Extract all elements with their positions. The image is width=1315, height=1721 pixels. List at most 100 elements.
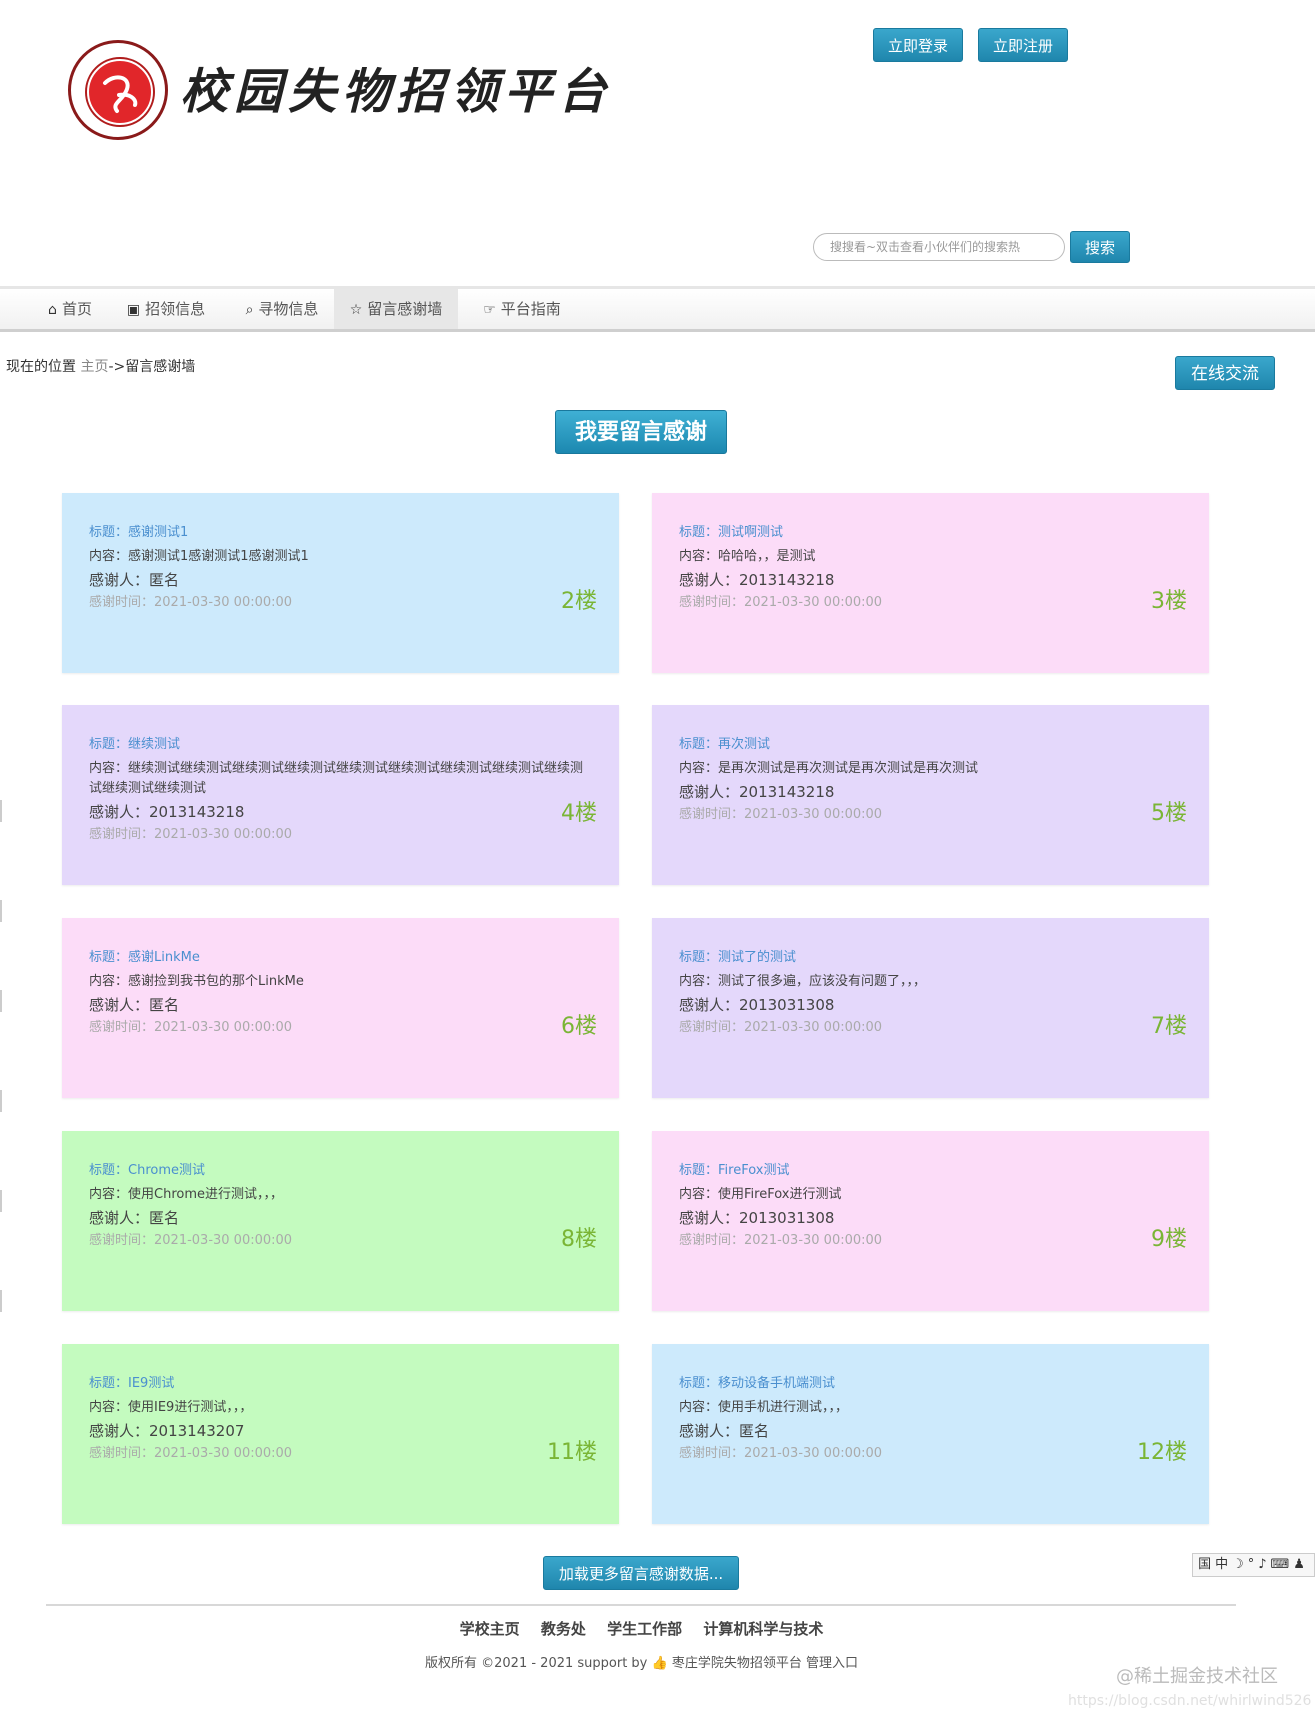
card-title: 标题：移动设备手机端测试 (679, 1376, 836, 1391)
nav-label: 寻物信息 (258, 300, 319, 318)
star-icon: ☆ (349, 302, 363, 318)
search-button[interactable]: 搜索 (1070, 231, 1130, 263)
leave-thanks-button[interactable]: 我要留言感谢 (555, 410, 727, 454)
nav-label: 招领信息 (145, 300, 206, 318)
card-person: 感谢人：匿名 (89, 1209, 180, 1227)
card-title: 标题：IE9测试 (89, 1376, 175, 1391)
card-title: 标题：感谢测试1 (89, 525, 189, 540)
card-title: 标题：再次测试 (679, 737, 771, 752)
nav-label: 首页 (61, 300, 92, 318)
hand-point-icon: ☞ (483, 302, 496, 318)
nav-item-lost[interactable]: ⌕ 寻物信息 (222, 289, 342, 329)
footer-link-academic[interactable]: 教务处 (541, 1620, 586, 1638)
nav-label: 平台指南 (500, 300, 561, 318)
footer-link-cs[interactable]: 计算机科学与技术 (703, 1620, 823, 1638)
card-time: 感谢时间：2021-03-30 00:00:00 (679, 807, 883, 822)
copyright-prefix: 版权所有 ©2021 - 2021 support by (425, 1656, 648, 1671)
search-icon: ⌕ (245, 302, 254, 318)
copyright: 版权所有 ©2021 - 2021 support by 👍 枣庄学院失物招领平… (0, 1652, 1283, 1671)
card-floor: 6楼 (561, 1014, 597, 1039)
card-time: 感谢时间：2021-03-30 00:00:00 (89, 1020, 293, 1035)
ime-toolbar[interactable]: 国中☽°♪⌨♟ (1192, 1553, 1315, 1577)
card-title: 标题：FireFox测试 (679, 1163, 790, 1178)
card-floor: 9楼 (1151, 1227, 1187, 1252)
card-time: 感谢时间：2021-03-30 00:00:00 (89, 827, 293, 842)
card-floor: 5楼 (1151, 801, 1187, 826)
card-content: 内容：感谢测试1感谢测试1感谢测试1 (89, 549, 309, 564)
online-chat-button[interactable]: 在线交流 (1175, 356, 1275, 390)
thanks-card[interactable]: 标题：感谢测试1 内容：感谢测试1感谢测试1感谢测试1 感谢人：匿名 感谢时间：… (62, 493, 619, 673)
card-content: 内容：使用FireFox进行测试 (679, 1187, 842, 1202)
breadcrumb-sep: -> (108, 359, 126, 375)
footer-divider (46, 1604, 1236, 1606)
card-time: 感谢时间：2021-03-30 00:00:00 (679, 1020, 883, 1035)
breadcrumb-home-link[interactable]: 主页 (80, 359, 108, 375)
card-floor: 4楼 (561, 801, 597, 826)
card-content: 内容：使用手机进行测试，，， (679, 1400, 849, 1415)
watermark-primary: @稀土掘金技术社区 (1116, 1666, 1278, 1687)
card-title: 标题：继续测试 (89, 737, 181, 752)
card-title: 标题：测试了的测试 (679, 950, 797, 965)
picture-icon: ▣ (126, 302, 141, 318)
card-time: 感谢时间：2021-03-30 00:00:00 (679, 1446, 883, 1461)
side-scroll-marker (0, 800, 6, 822)
card-person: 感谢人：2013031308 (679, 996, 835, 1014)
card-person: 感谢人：匿名 (89, 571, 180, 589)
thanks-card[interactable]: 标题：继续测试 内容：继续测试继续测试继续测试继续测试继续测试继续测试继续测试继… (62, 705, 619, 885)
side-scroll-marker (0, 1290, 6, 1312)
card-title: 标题：感谢LinkMe (89, 950, 200, 965)
card-floor: 3楼 (1151, 589, 1187, 614)
school-logo[interactable] (68, 40, 168, 140)
thanks-card[interactable]: 标题：测试啊测试 内容：哈哈哈，，是测试 感谢人：2013143218 感谢时间… (652, 493, 1209, 673)
card-person: 感谢人：2013143218 (679, 783, 835, 801)
card-person: 感谢人：匿名 (89, 996, 180, 1014)
register-button[interactable]: 立即注册 (978, 28, 1068, 62)
card-person: 感谢人：2013143207 (89, 1422, 245, 1440)
home-icon: ⌂ (48, 302, 57, 318)
card-content: 内容：感谢捡到我书包的那个LinkMe (89, 974, 304, 989)
card-time: 感谢时间：2021-03-30 00:00:00 (89, 1233, 293, 1248)
card-person: 感谢人：2013031308 (679, 1209, 835, 1227)
card-time: 感谢时间：2021-03-30 00:00:00 (89, 1446, 293, 1461)
search-input[interactable]: 搜搜看~双击查看小伙伴们的搜索热 (813, 233, 1065, 261)
breadcrumb: 现在的位置 主页->留言感谢墙 (6, 356, 195, 376)
card-content: 内容：测试了很多遍，应该没有问题了，，， (679, 974, 927, 989)
breadcrumb-current: 留言感谢墙 (125, 359, 196, 375)
site-title: 校园失物招领平台 (180, 64, 613, 120)
side-scroll-marker (0, 900, 6, 922)
card-time: 感谢时间：2021-03-30 00:00:00 (679, 595, 883, 610)
card-content: 内容：使用Chrome进行测试，，， (89, 1187, 283, 1202)
card-content: 内容：哈哈哈，，是测试 (679, 549, 816, 564)
thanks-card[interactable]: 标题：测试了的测试 内容：测试了很多遍，应该没有问题了，，， 感谢人：20130… (652, 918, 1209, 1098)
card-content: 内容：使用IE9进行测试，，， (89, 1400, 253, 1415)
site-header: 校园失物招领平台 立即登录 立即注册 搜搜看~双击查看小伙伴们的搜索热 搜索 (0, 0, 1315, 285)
main-nav: ⌂ 首页 ▣ 招领信息 ⌕ 寻物信息 ☆ 留言感谢墙 ☞ 平台指南 (0, 286, 1315, 332)
thanks-card[interactable]: 标题：IE9测试 内容：使用IE9进行测试，，， 感谢人：2013143207 … (62, 1344, 619, 1524)
nav-item-guide[interactable]: ☞ 平台指南 (462, 289, 582, 329)
side-scroll-marker (0, 1090, 6, 1112)
thanks-card[interactable]: 标题：FireFox测试 内容：使用FireFox进行测试 感谢人：201303… (652, 1131, 1209, 1311)
nav-item-thanks-wall[interactable]: ☆ 留言感谢墙 (334, 289, 458, 329)
thanks-card[interactable]: 标题：再次测试 内容：是再次测试是再次测试是再次测试是再次测试 感谢人：2013… (652, 705, 1209, 885)
footer-link-student[interactable]: 学生工作部 (607, 1620, 682, 1638)
side-scroll-marker (0, 1190, 6, 1212)
nav-item-home[interactable]: ⌂ 首页 (20, 289, 120, 329)
nav-item-found[interactable]: ▣ 招领信息 (106, 289, 226, 329)
load-more-button[interactable]: 加载更多留言感谢数据... (543, 1556, 739, 1590)
card-content: 内容：是再次测试是再次测试是再次测试是再次测试 (679, 761, 979, 776)
login-button[interactable]: 立即登录 (873, 28, 963, 62)
card-floor: 7楼 (1151, 1014, 1187, 1039)
thanks-card[interactable]: 标题：感谢LinkMe 内容：感谢捡到我书包的那个LinkMe 感谢人：匿名 感… (62, 918, 619, 1098)
thanks-card[interactable]: 标题：Chrome测试 内容：使用Chrome进行测试，，， 感谢人：匿名 感谢… (62, 1131, 619, 1311)
footer-link-school[interactable]: 学校主页 (460, 1620, 520, 1638)
card-floor: 2楼 (561, 589, 597, 614)
thanks-card[interactable]: 标题：移动设备手机端测试 内容：使用手机进行测试，，， 感谢人：匿名 感谢时间：… (652, 1344, 1209, 1524)
card-title: 标题：Chrome测试 (89, 1163, 205, 1178)
copyright-suffix[interactable]: 枣庄学院失物招领平台 管理入口 (672, 1656, 858, 1671)
card-time: 感谢时间：2021-03-30 00:00:00 (89, 595, 293, 610)
card-floor: 11楼 (547, 1440, 597, 1465)
footer-links: 学校主页 教务处 学生工作部 计算机科学与技术 (0, 1618, 1283, 1639)
watermark-secondary: https://blog.csdn.net/whirlwind526 (1068, 1693, 1312, 1709)
card-person: 感谢人：2013143218 (679, 571, 835, 589)
card-time: 感谢时间：2021-03-30 00:00:00 (679, 1233, 883, 1248)
